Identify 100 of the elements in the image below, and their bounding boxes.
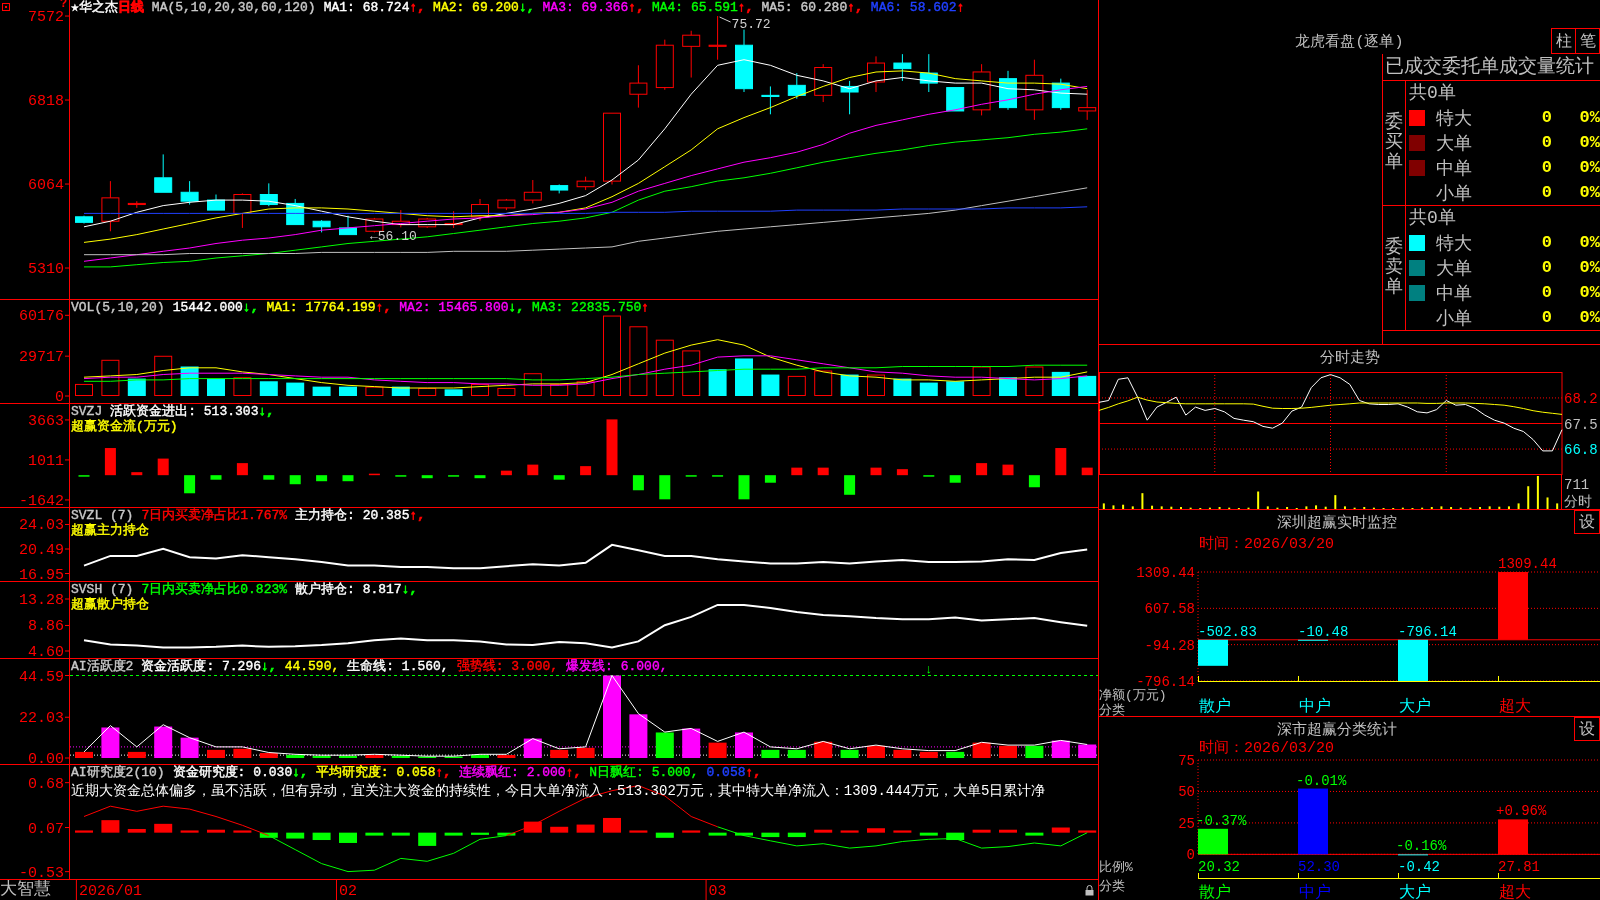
order-size-label: 小单 bbox=[1435, 182, 1473, 205]
indicator-label: 主力持仓: 20.385 bbox=[295, 508, 410, 523]
indicator-label: 生命线: 1.560, bbox=[347, 659, 449, 674]
order-share: 0% bbox=[1578, 183, 1600, 202]
axis-tick-label: -1642 bbox=[19, 492, 70, 507]
y-tick-label: 4.60 bbox=[27, 643, 64, 661]
order-total: 共0单 bbox=[1408, 82, 1457, 105]
axis-tick-label: 25 bbox=[1178, 815, 1195, 832]
candlestick bbox=[814, 63, 833, 103]
order-share: 0% bbox=[1578, 133, 1600, 152]
category-label: 中户 bbox=[1299, 698, 1331, 716]
candlestick bbox=[339, 215, 357, 236]
indicator-label: ↑, bbox=[745, 765, 762, 780]
category-label: 散户 bbox=[1199, 698, 1231, 716]
candlestick bbox=[471, 198, 489, 222]
candlestick bbox=[708, 15, 727, 61]
candlestick bbox=[1078, 89, 1097, 121]
indicator-label: ↑, bbox=[409, 0, 426, 15]
axis-tick-label: 67.5 bbox=[1564, 416, 1598, 433]
candlestick bbox=[787, 72, 806, 100]
axis-tick-label: 8.86 bbox=[28, 618, 70, 636]
indicator-label: ↑, bbox=[435, 765, 452, 780]
axis-tick-label: 4.60 bbox=[28, 644, 70, 658]
settings-button[interactable]: 设 bbox=[1574, 510, 1600, 534]
settings-button[interactable]: 设 bbox=[1574, 717, 1600, 741]
view-toggle-button[interactable]: 笔 bbox=[1575, 28, 1600, 54]
volume-peak-label: 711 bbox=[1564, 477, 1590, 493]
indicator-label: ↓, bbox=[508, 300, 525, 315]
axis-tick-label: 3663 bbox=[28, 412, 70, 430]
axis-tick-label: 44.59 bbox=[19, 668, 70, 686]
period-label: 分时 bbox=[1564, 494, 1592, 509]
candlestick bbox=[946, 87, 965, 112]
axis-tick-label: 0.68 bbox=[28, 775, 70, 793]
value-label: 27.81 bbox=[1498, 859, 1540, 875]
indicator-label: ↓, bbox=[401, 582, 418, 597]
axis-title: 净额(万元) bbox=[1099, 688, 1167, 703]
order-share: 0% bbox=[1578, 308, 1600, 327]
candlestick bbox=[761, 85, 780, 115]
candlestick bbox=[207, 194, 225, 211]
axis-tick-label: -94.28 bbox=[1144, 637, 1195, 654]
axis-tick-label: 0.07 bbox=[28, 820, 70, 838]
indicator-label: 资金活跃度: 7.296 bbox=[141, 659, 261, 674]
axis-tick-label: 22.03 bbox=[19, 710, 70, 728]
indicator-label: 强势线: 3.000, bbox=[456, 659, 559, 674]
indicator-label: MA3: 69.366 bbox=[542, 0, 629, 15]
candlestick bbox=[418, 217, 437, 229]
candlestick bbox=[972, 63, 991, 116]
y-tick-label: -1642 bbox=[18, 492, 64, 510]
category-label: 中户 bbox=[1299, 884, 1331, 900]
indicator-label: AI活跃度2 bbox=[71, 659, 134, 674]
indicator-label: ↑, bbox=[409, 508, 426, 523]
order-size-label: 中单 bbox=[1435, 282, 1473, 305]
indicator-label: 44.590, bbox=[284, 659, 340, 674]
low-price-label: ←56.10 bbox=[370, 228, 417, 244]
order-count: 0 bbox=[1540, 308, 1552, 327]
candlestick bbox=[919, 53, 938, 93]
change-label: +0.96% bbox=[1496, 803, 1547, 820]
square-icon bbox=[2, 3, 10, 11]
axis-tick-label: 1309.44 bbox=[1136, 565, 1195, 581]
signal-arrow: ↓ bbox=[924, 662, 933, 677]
change-label: -0.37% bbox=[1196, 812, 1247, 829]
order-count: 0 bbox=[1540, 183, 1552, 202]
candlestick bbox=[101, 180, 120, 232]
high-price-label: 75.72 bbox=[719, 16, 771, 33]
candlestick bbox=[233, 192, 252, 229]
y-tick-label: 0.68 bbox=[27, 775, 64, 793]
candlestick bbox=[682, 30, 701, 79]
axis-title: 比例% bbox=[1099, 860, 1133, 875]
view-toggle-button[interactable]: 柱 bbox=[1551, 28, 1576, 54]
indicator-label: 日线 bbox=[117, 0, 144, 15]
candlestick bbox=[629, 64, 648, 109]
indicator-label: VOL(5,10,20) bbox=[71, 300, 165, 315]
indicator-label: SVZJ bbox=[71, 404, 103, 419]
order-size-label: 特大 bbox=[1435, 107, 1473, 130]
date-axis-label: 2026/01 bbox=[75, 880, 142, 900]
indicator-label: MA1: 17764.199 bbox=[266, 300, 376, 315]
order-size-label: 小单 bbox=[1435, 307, 1473, 330]
timestamp: 时间：2026/03/20 bbox=[1198, 741, 1335, 757]
y-tick-label: 6064 bbox=[27, 177, 64, 195]
indicator-label: 15442.000 bbox=[172, 300, 243, 315]
axis-tick-label: 0 bbox=[55, 389, 70, 403]
axis-tick-label: 60176 bbox=[19, 308, 70, 326]
indicator-label: ↓, bbox=[261, 659, 277, 674]
indicator-label: ↑, bbox=[565, 765, 582, 780]
indicator-label: MA3: 22835.750 bbox=[532, 300, 642, 315]
candlestick bbox=[655, 39, 674, 91]
indicator-label: ↑, bbox=[375, 300, 392, 315]
candlestick bbox=[444, 210, 463, 229]
lock-icon bbox=[1085, 884, 1094, 896]
indicator-label: ↓, bbox=[258, 404, 275, 419]
side-label: 委买单 bbox=[1385, 113, 1403, 173]
order-share: 0% bbox=[1578, 158, 1600, 177]
value-label: -10.48 bbox=[1298, 623, 1349, 640]
candlestick bbox=[259, 182, 278, 207]
candlestick bbox=[840, 80, 859, 115]
order-count: 0 bbox=[1540, 133, 1552, 152]
candlestick bbox=[286, 198, 305, 226]
indicator-label: N日飘红: 5.000, bbox=[589, 765, 699, 780]
order-size-label: 大单 bbox=[1435, 257, 1473, 280]
date-axis-label: 02 bbox=[336, 880, 357, 900]
